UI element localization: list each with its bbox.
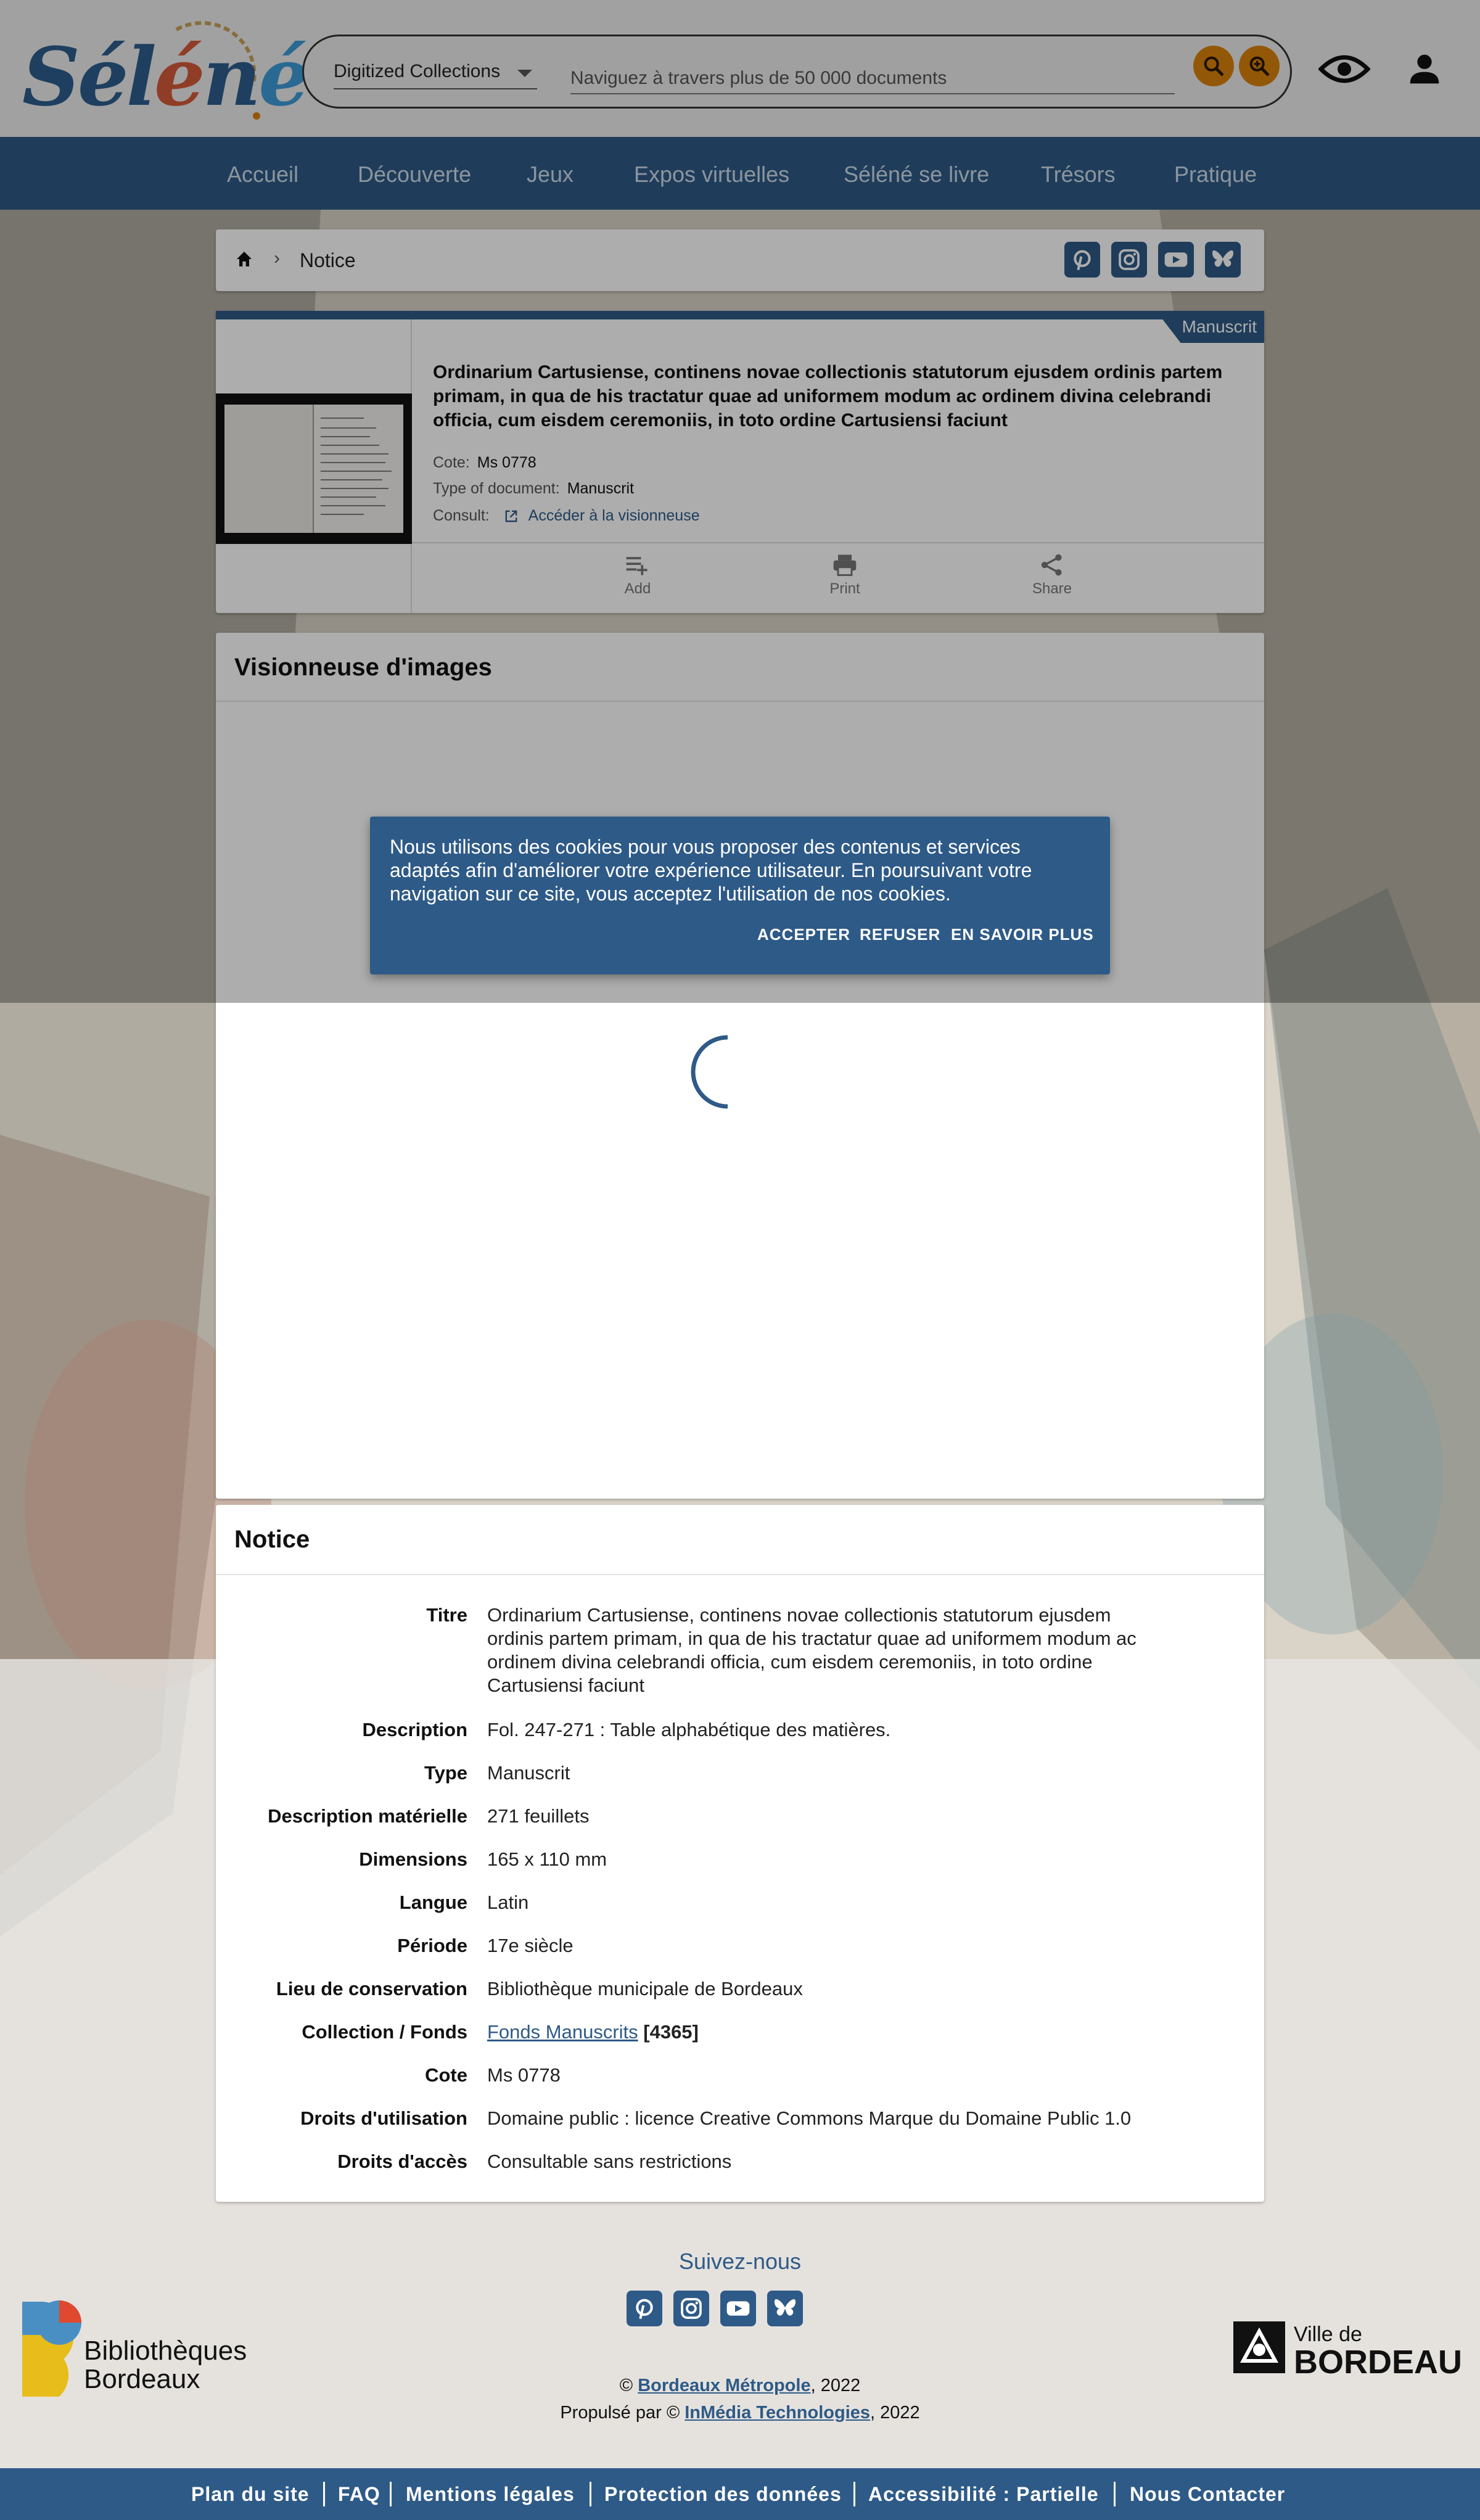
loading-spinner-icon bbox=[691, 1035, 728, 1109]
city-logo-line2: BORDEAUX bbox=[1294, 2344, 1462, 2377]
notice-key: Langue bbox=[399, 1892, 467, 1913]
notice-title: Notice bbox=[234, 1526, 310, 1553]
footer-link-protection-des-donnees[interactable]: Protection des données bbox=[604, 2483, 842, 2506]
collection-count: [4365] bbox=[643, 2021, 699, 2043]
footer-links-bar: Plan du site FAQ Mentions légales Protec… bbox=[0, 2468, 1480, 2520]
notice-value: Bibliothèque municipale de Bordeaux bbox=[487, 1978, 803, 1999]
footer-separator bbox=[1114, 2482, 1116, 2506]
footer-instagram-link[interactable] bbox=[673, 2291, 709, 2326]
notice-value: Consultable sans restrictions bbox=[487, 2151, 732, 2172]
footer-link-accessibilite[interactable]: Accessibilité : Partielle bbox=[868, 2483, 1099, 2506]
footer-separator bbox=[323, 2482, 325, 2506]
footer-separator bbox=[590, 2482, 591, 2506]
footer-link-mentions-legales[interactable]: Mentions légales bbox=[406, 2483, 575, 2506]
notice-value: Fol. 247-271 : Table alphabétique des ma… bbox=[487, 1719, 891, 1740]
notice-header: Notice bbox=[216, 1505, 1264, 1575]
notice-key: Période bbox=[397, 1935, 467, 1956]
youtube-icon bbox=[726, 2301, 750, 2316]
powered-by-year: , 2022 bbox=[870, 2403, 920, 2423]
ville-de-bordeaux-logo-mark: Ville de BORDEAUX bbox=[1233, 2321, 1480, 2381]
footer-link-plan-du-site[interactable]: Plan du site bbox=[191, 2483, 310, 2506]
copyright-line-1: © Bordeaux Métropole, 2022 bbox=[0, 2376, 1480, 2396]
notice-key: Dimensions bbox=[359, 1848, 467, 1870]
footer-link-faq[interactable]: FAQ bbox=[338, 2483, 380, 2506]
notice-card: Notice Titre Ordinarium Cartusiense, con… bbox=[216, 1505, 1264, 2202]
notice-key: Lieu de conservation bbox=[276, 1978, 467, 1999]
copyright-year: , 2022 bbox=[810, 2376, 861, 2395]
notice-value: Ordinarium Cartusiense, continens novae … bbox=[487, 1604, 1137, 1696]
city-logo-line1: Ville de bbox=[1294, 2323, 1362, 2346]
pinterest-icon bbox=[636, 2299, 653, 2320]
notice-value: 17e siècle bbox=[487, 1935, 574, 1956]
cookie-refuse-button[interactable]: REFUSER bbox=[860, 925, 940, 944]
footer-pinterest-link[interactable] bbox=[627, 2291, 662, 2326]
cookie-message: Nous utilisons des cookies pour vous pro… bbox=[390, 836, 1032, 905]
notice-key: Type bbox=[424, 1762, 467, 1784]
fonds-manuscrits-link[interactable]: Fonds Manuscrits bbox=[487, 2021, 638, 2043]
copyright-line-2: Propulsé par © InMédia Technologies, 202… bbox=[0, 2403, 1480, 2423]
notice-value: 165 x 110 mm bbox=[487, 1848, 607, 1870]
library-logo-line1: Bibliothèques bbox=[84, 2336, 247, 2366]
notice-value: 271 feuillets bbox=[487, 1805, 590, 1827]
notice-value: Manuscrit bbox=[487, 1762, 570, 1784]
footer-separator bbox=[853, 2482, 855, 2506]
notice-key: Cote bbox=[425, 2064, 467, 2086]
notice-key: Description matérielle bbox=[268, 1805, 467, 1827]
instagram-icon bbox=[681, 2298, 702, 2319]
follow-us-heading: Suivez-nous bbox=[678, 2249, 802, 2274]
notice-value: Domaine public : licence Creative Common… bbox=[487, 2107, 1132, 2129]
cookie-accept-button[interactable]: ACCEPTER bbox=[757, 925, 850, 944]
cookie-more-button[interactable]: EN SAVOIR PLUS bbox=[951, 925, 1094, 944]
footer-separator bbox=[390, 2482, 392, 2506]
notice-key: Description bbox=[362, 1719, 467, 1740]
cookie-banner: Nous utilisons des cookies pour vous pro… bbox=[370, 817, 1110, 974]
powered-by-prefix: Propulsé par © bbox=[560, 2403, 685, 2423]
ville-de-bordeaux-logo[interactable]: Ville de BORDEAUX bbox=[1233, 2318, 1480, 2381]
notice-value: Ms 0778 bbox=[487, 2064, 561, 2086]
notice-value: Latin bbox=[487, 1892, 529, 1913]
notice-key: Droits d'utilisation bbox=[300, 2107, 467, 2129]
bordeaux-metropole-link[interactable]: Bordeaux Métropole bbox=[638, 2376, 810, 2395]
copyright-prefix: © bbox=[619, 2376, 638, 2395]
notice-key: Titre bbox=[426, 1604, 467, 1626]
footer-link-nous-contacter[interactable]: Nous Contacter bbox=[1130, 2483, 1285, 2506]
footer-bluesky-link[interactable] bbox=[767, 2291, 803, 2326]
footer-youtube-link[interactable] bbox=[720, 2291, 756, 2326]
butterfly-icon bbox=[774, 2299, 796, 2316]
notice-key: Collection / Fonds bbox=[302, 2021, 467, 2043]
inmedia-link[interactable]: InMédia Technologies bbox=[684, 2403, 870, 2423]
notice-key: Droits d'accès bbox=[337, 2151, 467, 2172]
notice-value: Fonds Manuscrits [4365] bbox=[487, 2020, 1166, 2044]
